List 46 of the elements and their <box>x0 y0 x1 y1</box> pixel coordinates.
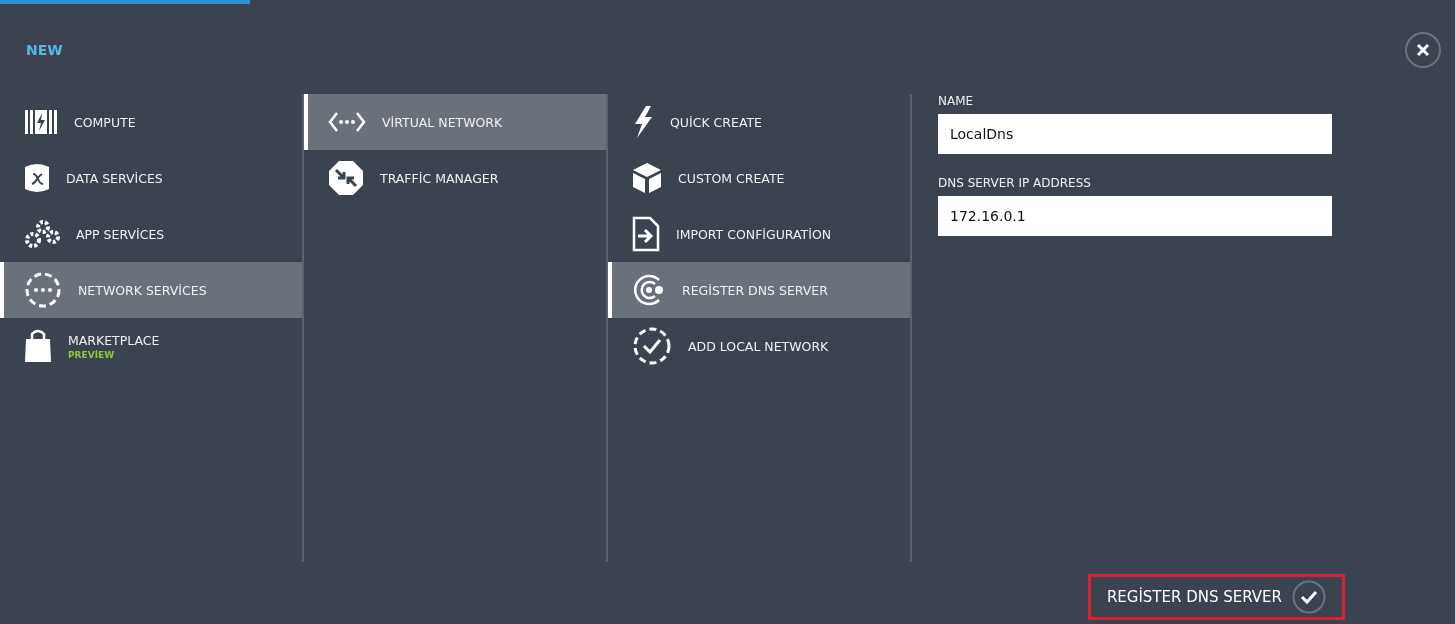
field-label: DNS SERVER IP ADDRESS <box>938 176 1092 190</box>
document-import-icon <box>632 216 660 252</box>
preview-label: PREVİEW <box>68 349 116 360</box>
octagon-arrows-icon <box>328 160 364 196</box>
menu-item-label: REGİSTER DNS SERVER <box>682 282 828 298</box>
close-button[interactable] <box>1405 32 1441 68</box>
menu-item[interactable]: ADD LOCAL NETWORK <box>608 318 910 374</box>
menu-item[interactable]: NETWORK SERVİCES <box>0 262 302 318</box>
server-rack-icon <box>24 109 58 135</box>
menu-item[interactable]: TRAFFİC MANAGER <box>304 150 606 206</box>
menu-item-label: COMPUTE <box>74 114 136 130</box>
check-circle-icon <box>1292 580 1326 614</box>
menu-item[interactable]: DATA SERVİCES <box>0 150 302 206</box>
menu-item-label: DATA SERVİCES <box>66 170 163 186</box>
field-label: NAME <box>938 94 975 108</box>
angle-brackets-icon <box>328 111 366 133</box>
shopping-bag-icon <box>24 329 52 363</box>
menu-item[interactable]: IMPORT CONFİGURATİON <box>608 206 910 262</box>
menu-item[interactable]: QUİCK CREATE <box>608 94 910 150</box>
menu-item-label: TRAFFİC MANAGER <box>380 170 499 186</box>
concentric-c-icon <box>632 273 666 307</box>
register-button[interactable]: REGİSTER DNS SERVER <box>1087 574 1345 620</box>
menu-item[interactable]: CUSTOM CREATE <box>608 150 910 206</box>
menu-item[interactable]: MARKETPLACE PREVİEW <box>0 318 302 374</box>
menu-item-label: MARKETPLACE <box>68 332 160 348</box>
menu-item[interactable]: VİRTUAL NETWORK <box>304 94 606 150</box>
network-circle-icon <box>24 271 62 309</box>
menu-item-label: ADD LOCAL NETWORK <box>688 338 829 354</box>
input-field[interactable]: 172.16.0.1 <box>938 196 1332 236</box>
menu-item[interactable]: REGİSTER DNS SERVER <box>608 262 910 318</box>
database-icon <box>24 162 50 194</box>
menu-item-label: NETWORK SERVİCES <box>78 282 207 298</box>
lightning-bolt-icon <box>632 105 654 139</box>
menu-item-label: VİRTUAL NETWORK <box>382 114 503 130</box>
input-field[interactable]: LocalDns <box>938 114 1332 154</box>
menu-item[interactable]: COMPUTE <box>0 94 302 150</box>
menu-item-label: CUSTOM CREATE <box>678 170 785 186</box>
box-icon <box>632 162 662 194</box>
dashed-check-circle-icon <box>632 326 672 366</box>
menu-item-label: QUİCK CREATE <box>670 114 762 130</box>
gears-icon <box>24 219 60 249</box>
menu-item[interactable]: APP SERVİCES <box>0 206 302 262</box>
close-icon <box>1416 43 1430 57</box>
menu-item-label: IMPORT CONFİGURATİON <box>676 226 832 242</box>
dialog-title: NEW <box>26 42 63 58</box>
menu-item-label: APP SERVİCES <box>76 226 165 242</box>
